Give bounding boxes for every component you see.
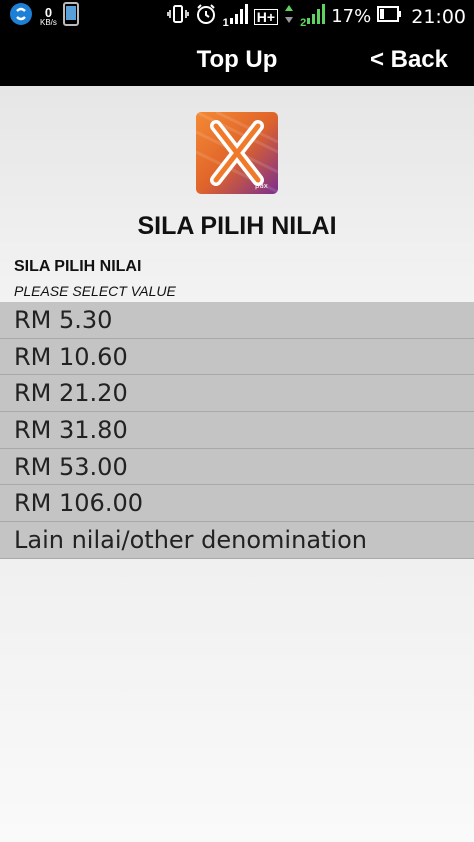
option-rm-53-00[interactable]: RM 53.00 [0,448,474,486]
status-bar: 0 KB/s 1 H+ 2 17% 21:00 [0,0,474,33]
alarm-icon [195,3,217,30]
signal-icon [307,4,326,29]
option-rm-10-60[interactable]: RM 10.60 [0,338,474,376]
back-button[interactable]: < Back [370,33,448,86]
sim2-label: 2 [300,17,307,29]
battery-percent: 17% [331,6,372,27]
app-bar: Top Up < Back [0,33,474,86]
battery-icon [377,6,402,27]
signal-icon [229,4,248,29]
sync-icon [8,1,34,32]
option-rm-106-00[interactable]: RM 106.00 [0,485,474,523]
value-options-list: RM 5.30 RM 10.60 RM 21.20 RM 31.80 RM 53… [0,302,474,559]
network-speed: 0 KB/s [40,6,57,27]
empty-area [0,559,474,842]
clock: 21:00 [411,5,466,28]
main-title: SILA PILIH NILAI [137,212,337,240]
option-other-denomination[interactable]: Lain nilai/other denomination [0,522,474,559]
logo-text: pax [255,182,268,190]
vibrate-icon [166,3,189,30]
signal-sim1: 1 [223,4,248,29]
header-area: pax SILA PILIH NILAI SILA PILIH NILAI PL… [0,86,474,302]
signal-sim2: 2 [300,4,326,29]
option-rm-21-20[interactable]: RM 21.20 [0,375,474,413]
speed-unit: KB/s [40,18,57,27]
section-title: SILA PILIH NILAI [14,258,142,275]
option-rm-5-30[interactable]: RM 5.30 [0,302,474,339]
xpax-logo: pax [196,112,278,194]
phone-icon [62,2,79,31]
option-rm-31-80[interactable]: RM 31.80 [0,412,474,449]
network-type: H+ [253,8,279,25]
data-arrows-icon [284,4,294,29]
section-subtitle: PLEASE SELECT VALUE [14,283,176,299]
sim1-label: 1 [222,17,229,29]
